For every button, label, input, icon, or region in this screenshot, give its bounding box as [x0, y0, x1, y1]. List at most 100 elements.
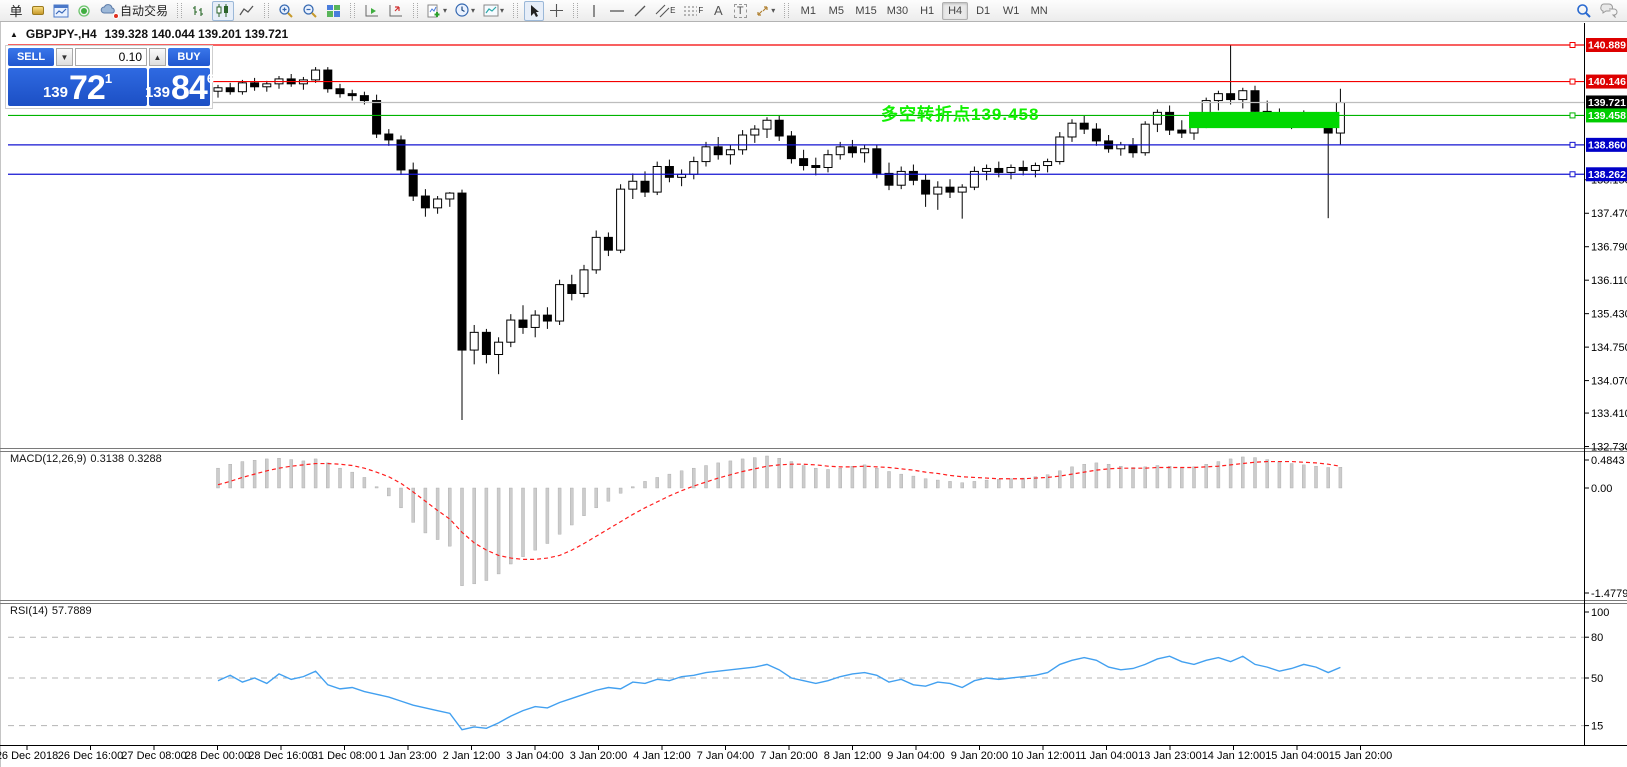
- chart-window-button[interactable]: [50, 1, 72, 21]
- candle-body: [873, 149, 881, 174]
- candle-body: [604, 237, 612, 250]
- buy-button[interactable]: BUY: [168, 48, 210, 66]
- volume-input[interactable]: [76, 49, 146, 65]
- zoom-in-button[interactable]: [275, 1, 297, 21]
- time-tick-label: 26 Dec 16:00: [58, 750, 123, 762]
- line-handle[interactable]: [1570, 113, 1575, 118]
- search-icon: [1576, 3, 1592, 19]
- volume-increase-button[interactable]: ▲: [149, 48, 166, 66]
- candle-body: [543, 315, 551, 321]
- macd-histogram-bar: [851, 466, 854, 488]
- line-handle[interactable]: [1570, 79, 1575, 84]
- macd-histogram-bar: [875, 468, 878, 488]
- volume-decrease-button[interactable]: ▼: [56, 48, 73, 66]
- line-chart-icon: [239, 4, 255, 18]
- equidistant-channel-button[interactable]: E: [652, 1, 678, 21]
- symbol-period-label: GBPJPY-,H4: [26, 27, 97, 41]
- signal-button[interactable]: [74, 1, 95, 21]
- candle-body: [787, 136, 795, 159]
- gold-ingot-icon[interactable]: [28, 1, 48, 21]
- chat-button[interactable]: [1597, 1, 1621, 21]
- period-button[interactable]: ▾: [452, 1, 478, 21]
- candle-body: [983, 168, 991, 171]
- tab-timeframe-h1[interactable]: H1: [914, 2, 940, 20]
- line-handle[interactable]: [1570, 172, 1575, 177]
- macd-histogram-bar: [1205, 464, 1208, 488]
- bar-chart-button[interactable]: [188, 1, 210, 21]
- text-label-button[interactable]: T: [730, 1, 750, 21]
- collapse-panel-icon[interactable]: ▲: [10, 30, 18, 39]
- tile-windows-button[interactable]: [323, 1, 344, 21]
- crosshair-icon: [549, 3, 564, 18]
- add-indicator-icon: [427, 4, 442, 18]
- price-badge-label: 140.146: [1588, 76, 1626, 88]
- candle-body: [946, 187, 954, 192]
- text-button[interactable]: A: [708, 1, 728, 21]
- sell-button[interactable]: SELL: [8, 48, 54, 66]
- macd-histogram-bar: [607, 488, 610, 501]
- price-badge-label: 138.860: [1588, 140, 1626, 152]
- auto-trading-button[interactable]: 自动交易: [97, 1, 171, 21]
- toolbar-grip: [177, 3, 182, 18]
- cursor-button[interactable]: [524, 1, 544, 21]
- toolbar-grip: [350, 3, 355, 18]
- line-handle[interactable]: [1570, 142, 1575, 147]
- tab-timeframe-m15[interactable]: M15: [851, 2, 880, 20]
- macd-histogram-bar: [778, 458, 781, 488]
- fibonacci-button[interactable]: F: [680, 1, 706, 21]
- template-button[interactable]: ▾: [480, 1, 507, 21]
- macd-histogram-bar: [583, 488, 586, 516]
- one-click-trading-panel: SELL ▼ ▲ BUY 139 72 1 139 84 6: [5, 45, 213, 109]
- tab-timeframe-d1[interactable]: D1: [970, 2, 996, 20]
- chart-canvas[interactable]: 138.150137.470136.790136.110135.430134.7…: [0, 0, 1627, 767]
- macd-histogram-bar: [546, 488, 549, 544]
- tab-timeframe-h4[interactable]: H4: [942, 2, 968, 20]
- macd-histogram-bar: [1071, 467, 1074, 488]
- sell-price-big: 72: [69, 75, 105, 103]
- price-tick-label: 137.470: [1591, 208, 1627, 220]
- tab-timeframe-m5[interactable]: M5: [823, 2, 849, 20]
- chart-shift-button[interactable]: [385, 1, 407, 21]
- macd-histogram-bar: [1058, 471, 1061, 488]
- trendline-button[interactable]: [630, 1, 650, 21]
- add-indicator-button[interactable]: ▾: [424, 1, 450, 21]
- template-icon: [483, 4, 499, 17]
- new-order-button[interactable]: 单: [6, 1, 26, 21]
- search-button[interactable]: [1573, 1, 1595, 21]
- rsi-line: [218, 656, 1340, 729]
- tab-timeframe-w1[interactable]: W1: [998, 2, 1024, 20]
- candle-body: [909, 171, 917, 180]
- auto-scroll-icon: [364, 4, 380, 18]
- tab-timeframe-m1[interactable]: M1: [795, 2, 821, 20]
- highlight-zone[interactable]: [1189, 112, 1339, 128]
- sell-price-panel[interactable]: 139 72 1: [8, 68, 147, 106]
- vertical-line-button[interactable]: [584, 1, 604, 21]
- time-tick-label: 15 Jan 04:00: [1265, 750, 1329, 762]
- time-tick-label: 7 Jan 20:00: [760, 750, 818, 762]
- price-tick-label: 135.430: [1591, 309, 1627, 321]
- candle-body: [726, 150, 734, 155]
- macd-tick-label: 0.00: [1591, 483, 1612, 495]
- time-tick-label: 28 Dec 00:00: [185, 750, 250, 762]
- candle-body: [1239, 91, 1247, 100]
- tab-timeframe-mn[interactable]: MN: [1026, 2, 1052, 20]
- zoom-out-button[interactable]: [299, 1, 321, 21]
- auto-scroll-button[interactable]: [361, 1, 383, 21]
- time-tick-label: 28 Dec 16:00: [248, 750, 313, 762]
- rsi-tick-label: 50: [1591, 673, 1603, 685]
- horizontal-line-button[interactable]: [606, 1, 628, 21]
- line-handle[interactable]: [1570, 43, 1575, 48]
- buy-price-panel[interactable]: 139 84 6: [149, 68, 210, 106]
- crosshair-button[interactable]: [546, 1, 567, 21]
- tab-timeframe-m30[interactable]: M30: [883, 2, 912, 20]
- channel-letter: E: [670, 6, 675, 15]
- arrows-button[interactable]: ▾: [752, 1, 778, 21]
- candle-body: [531, 315, 539, 327]
- candle-body: [592, 237, 600, 269]
- macd-histogram-bar: [985, 480, 988, 488]
- macd-histogram-bar: [1180, 468, 1183, 488]
- zoom-out-icon: [302, 3, 318, 18]
- line-chart-button[interactable]: [236, 1, 258, 21]
- main-toolbar: 单 自动交易: [0, 0, 1627, 22]
- candlestick-chart-button[interactable]: [212, 1, 234, 21]
